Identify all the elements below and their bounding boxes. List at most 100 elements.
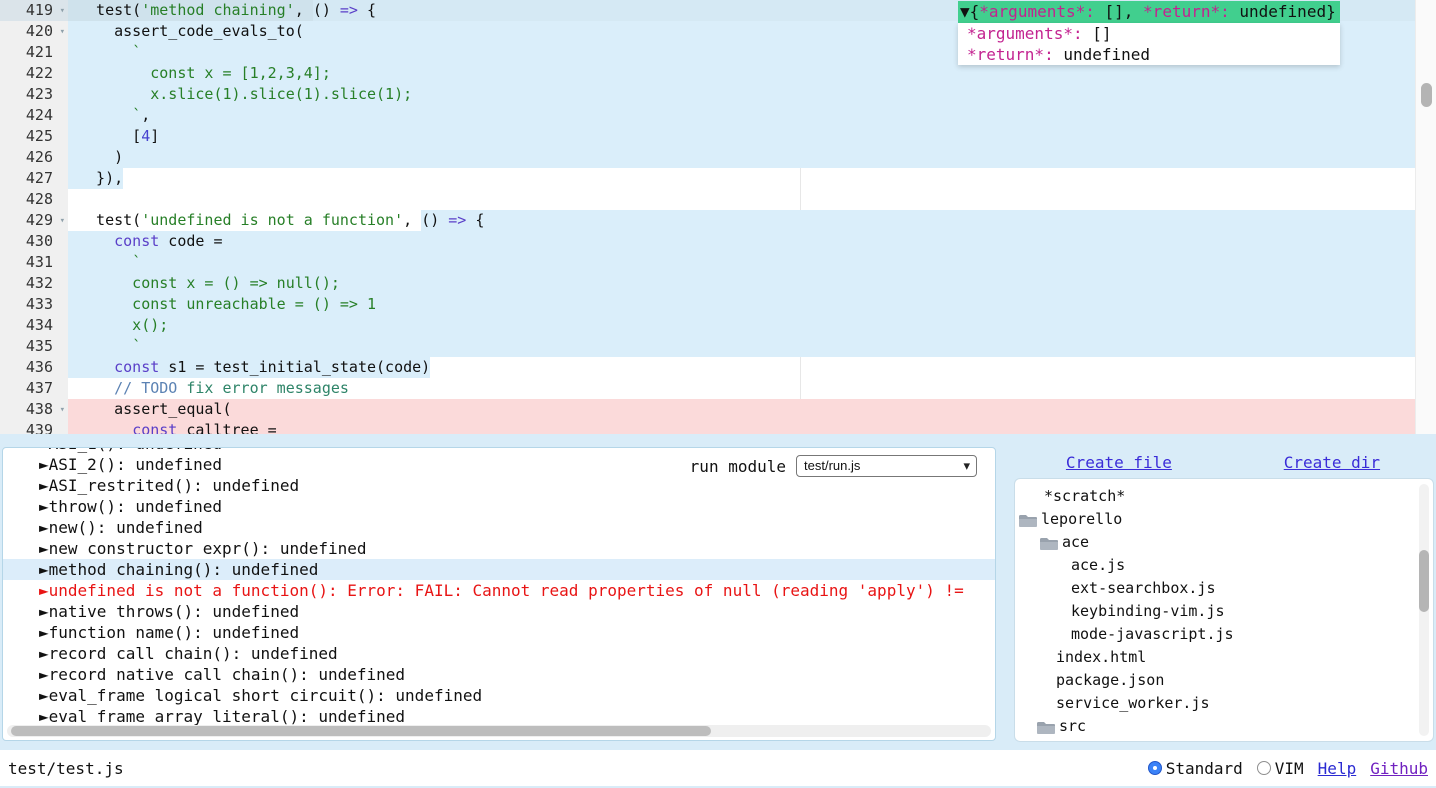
console-scrollbar-thumb[interactable]: [11, 726, 711, 736]
create-file-link[interactable]: Create file: [1066, 453, 1172, 472]
test-result-item[interactable]: ►ASI_1(): undefined: [3, 447, 995, 454]
code-line[interactable]: assert_equal(: [0, 399, 1415, 420]
code-line[interactable]: `: [0, 252, 1415, 273]
editor-vertical-scrollbar[interactable]: [1415, 0, 1436, 434]
file-tree-items: *scratch*leporelloaceace.jsext-searchbox…: [1015, 485, 1433, 742]
tree-file-item[interactable]: keybinding-vim.js: [1015, 600, 1433, 623]
test-result-item[interactable]: ►record call chain(): undefined: [3, 643, 995, 664]
gutter-line-number[interactable]: 436: [0, 357, 68, 378]
editor-scrollbar-thumb[interactable]: [1421, 83, 1432, 107]
test-result-item[interactable]: ►eval_frame logical short circuit(): und…: [3, 685, 995, 706]
code-line[interactable]: x.slice(1).slice(1).slice(1);: [0, 84, 1415, 105]
create-dir-link[interactable]: Create dir: [1284, 453, 1380, 472]
gutter-line-number[interactable]: 438▾: [0, 399, 68, 420]
gutter-line-number[interactable]: 425: [0, 126, 68, 147]
gutter-line-number[interactable]: 433: [0, 294, 68, 315]
tree-vertical-scrollbar[interactable]: [1419, 484, 1429, 736]
tree-file-item[interactable]: ast_utils.js: [1015, 738, 1433, 742]
fold-icon[interactable]: ▾: [60, 22, 65, 43]
code-line[interactable]: `,: [0, 105, 1415, 126]
help-link[interactable]: Help: [1318, 759, 1357, 778]
fold-icon[interactable]: ▾: [60, 400, 65, 421]
code-editor[interactable]: test('method chaining', () => { assert_c…: [0, 0, 1436, 434]
code-line[interactable]: const calltree =: [0, 420, 1415, 434]
test-result-item[interactable]: ►new(): undefined: [3, 517, 995, 538]
fold-icon[interactable]: ▾: [60, 211, 65, 232]
gutter-line-number[interactable]: 428: [0, 189, 68, 210]
gutter-line-number[interactable]: 439: [0, 420, 68, 434]
tree-file-item[interactable]: mode-javascript.js: [1015, 623, 1433, 646]
run-module-select[interactable]: test/run.js ▾: [796, 455, 977, 477]
code-line-text: const s1 = test_initial_state(code): [78, 357, 1415, 378]
code-line[interactable]: // TODO fix error messages: [0, 378, 1415, 399]
gutter-line-number[interactable]: 423: [0, 84, 68, 105]
tree-file-item[interactable]: service_worker.js: [1015, 692, 1433, 715]
code-token: const: [132, 421, 177, 434]
code-line[interactable]: }),: [0, 168, 1415, 189]
code-token: const unreachable = () => 1: [78, 295, 376, 313]
gutter-line-number[interactable]: 419▾: [0, 0, 68, 21]
test-result-item[interactable]: ►function name(): undefined: [3, 622, 995, 643]
test-result-item[interactable]: ►method chaining(): undefined: [3, 559, 995, 580]
gutter-line-number[interactable]: 429▾: [0, 210, 68, 231]
file-tree[interactable]: *scratch*leporelloaceace.jsext-searchbox…: [1014, 478, 1434, 742]
code-line[interactable]: [4]: [0, 126, 1415, 147]
gutter-line-number[interactable]: 431: [0, 252, 68, 273]
gutter-line-number[interactable]: 422: [0, 63, 68, 84]
code-line[interactable]: `: [0, 336, 1415, 357]
gutter-line-number[interactable]: 435: [0, 336, 68, 357]
line-number-gutter[interactable]: 419▾420▾421422423424425426427428429▾4304…: [0, 0, 68, 434]
gutter-line-number[interactable]: 432: [0, 273, 68, 294]
tooltip-property-row[interactable]: *arguments*: []: [958, 23, 1340, 44]
tree-file-item[interactable]: *scratch*: [1015, 485, 1433, 508]
gutter-line-number[interactable]: 434: [0, 315, 68, 336]
test-result-item[interactable]: ►eval_frame array_literal(): undefined: [3, 706, 995, 727]
gutter-line-number[interactable]: 427: [0, 168, 68, 189]
gutter-line-number[interactable]: 420▾: [0, 21, 68, 42]
console-horizontal-scrollbar[interactable]: [7, 725, 991, 737]
test-result-item[interactable]: ►ASI_restrited(): undefined: [3, 475, 995, 496]
gutter-line-number[interactable]: 421: [0, 42, 68, 63]
code-token: const: [114, 358, 159, 376]
tree-file-item[interactable]: index.html: [1015, 646, 1433, 669]
tree-item-label: ext-searchbox.js: [1071, 577, 1216, 600]
code-token: [78, 379, 114, 397]
tree-file-item[interactable]: ext-searchbox.js: [1015, 577, 1433, 600]
github-link[interactable]: Github: [1370, 759, 1428, 778]
gutter-line-number[interactable]: 424: [0, 105, 68, 126]
code-token: `: [132, 43, 141, 61]
tree-folder-item[interactable]: ace: [1015, 531, 1433, 554]
test-result-item[interactable]: ►undefined is not a function(): Error: F…: [3, 580, 995, 601]
fold-icon[interactable]: ▾: [60, 1, 65, 22]
tree-file-item[interactable]: package.json: [1015, 669, 1433, 692]
test-result-item[interactable]: ►new constructor expr(): undefined: [3, 538, 995, 559]
tooltip-property-row[interactable]: *return*: undefined: [958, 44, 1340, 65]
code-token: *return*:: [1143, 2, 1230, 21]
code-line[interactable]: const x = () => null();: [0, 273, 1415, 294]
gutter-line-number[interactable]: 437: [0, 378, 68, 399]
test-result-item[interactable]: ►record native call chain(): undefined: [3, 664, 995, 685]
test-results-console[interactable]: ►ASI_1(): undefined►ASI_2(): undefined►A…: [2, 447, 996, 741]
code-line[interactable]: [0, 189, 1415, 210]
keybinding-vim-radio[interactable]: VIM: [1257, 759, 1304, 778]
tree-file-item[interactable]: ace.js: [1015, 554, 1433, 577]
code-token: ,: [295, 1, 313, 19]
code-token: `: [132, 253, 141, 271]
gutter-line-number[interactable]: 426: [0, 147, 68, 168]
test-result-item[interactable]: ►throw(): undefined: [3, 496, 995, 517]
keybinding-standard-radio[interactable]: Standard: [1148, 759, 1243, 778]
code-line[interactable]: const s1 = test_initial_state(code): [0, 357, 1415, 378]
code-line[interactable]: const unreachable = () => 1: [0, 294, 1415, 315]
code-line[interactable]: ): [0, 147, 1415, 168]
tree-folder-item[interactable]: src: [1015, 715, 1433, 738]
tree-folder-item[interactable]: leporello: [1015, 508, 1433, 531]
code-line[interactable]: test('undefined is not a function', () =…: [0, 210, 1415, 231]
test-result-item[interactable]: ►native throws(): undefined: [3, 601, 995, 622]
tree-scrollbar-thumb[interactable]: [1419, 550, 1429, 612]
code-line[interactable]: const x = [1,2,3,4];: [0, 63, 1415, 84]
code-line[interactable]: const code =: [0, 231, 1415, 252]
gutter-line-number[interactable]: 430: [0, 231, 68, 252]
value-tooltip-header[interactable]: ▼{*arguments*: [], *return*: undefined}: [958, 1, 1340, 23]
code-token: // TODO: [114, 379, 177, 397]
code-line[interactable]: x();: [0, 315, 1415, 336]
